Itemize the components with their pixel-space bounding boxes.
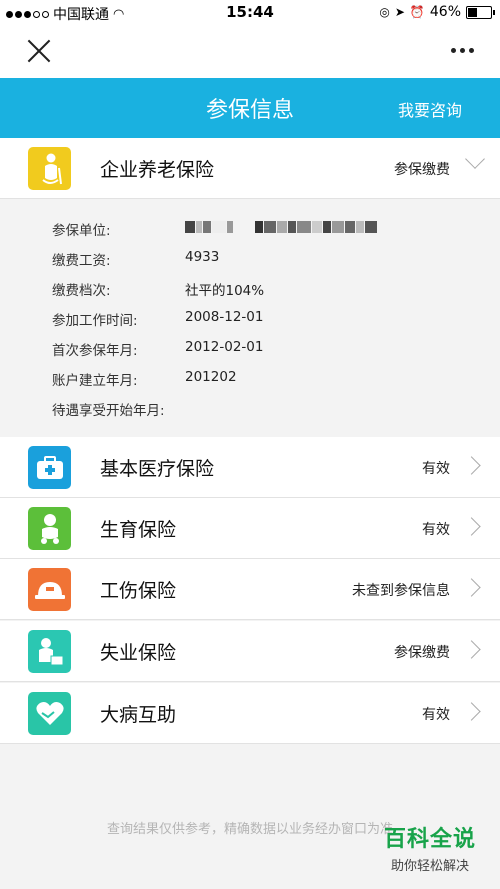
insurance-row-maternity[interactable]: 生育保险 有效 bbox=[0, 498, 500, 559]
divider bbox=[0, 743, 500, 744]
insurance-status: 有效 bbox=[422, 522, 450, 538]
mosaic-redaction bbox=[185, 221, 377, 233]
chevron-right-icon[interactable] bbox=[462, 640, 481, 659]
more-options-button[interactable] bbox=[451, 48, 474, 53]
battery-icon bbox=[466, 5, 495, 19]
chevron-down-icon[interactable] bbox=[465, 149, 485, 169]
heart-hands-icon bbox=[28, 692, 71, 735]
helmet-icon bbox=[28, 568, 71, 611]
chevron-right-icon[interactable] bbox=[462, 517, 481, 536]
chevron-right-icon[interactable] bbox=[462, 578, 481, 597]
detail-row: 参保单位: bbox=[0, 219, 500, 243]
insurance-title: 大病互助 bbox=[100, 704, 177, 726]
detail-label: 缴费档次: bbox=[52, 283, 111, 299]
insurance-title: 工伤保险 bbox=[100, 580, 177, 602]
battery-percent: 46% bbox=[429, 4, 461, 20]
nav-bar bbox=[0, 26, 500, 78]
pension-details: 参保单位: 缴费工资: 4933 缴费档次: 社平的104% 参加工作时间: 2… bbox=[0, 199, 500, 437]
location-icon: ➤ bbox=[394, 5, 405, 19]
close-button[interactable] bbox=[26, 38, 52, 64]
status-right: ◎ ➤ ⏰ 46% bbox=[379, 4, 495, 20]
medical-kit-icon bbox=[28, 446, 71, 489]
consult-link[interactable]: 我要咨询 bbox=[398, 97, 462, 121]
insurance-row-pension[interactable]: 企业养老保险 参保缴费 bbox=[0, 138, 500, 199]
detail-value: 4933 bbox=[185, 249, 220, 265]
insurance-status: 未查到参保信息 bbox=[352, 583, 450, 599]
insurance-title: 基本医疗保险 bbox=[100, 458, 215, 480]
detail-label: 缴费工资: bbox=[52, 253, 111, 269]
insurance-title: 生育保险 bbox=[100, 519, 177, 541]
insurance-status: 有效 bbox=[422, 707, 450, 723]
detail-value: 2012-02-01 bbox=[185, 339, 264, 355]
detail-label: 待遇享受开始年月: bbox=[52, 403, 165, 419]
detail-row: 缴费档次: 社平的104% bbox=[0, 279, 500, 303]
detail-row: 参加工作时间: 2008-12-01 bbox=[0, 309, 500, 333]
detail-row: 待遇享受开始年月: bbox=[0, 399, 500, 423]
divider bbox=[0, 619, 500, 620]
chevron-right-icon[interactable] bbox=[462, 702, 481, 721]
detail-row: 首次参保年月: 2012-02-01 bbox=[0, 339, 500, 363]
elderly-person-icon bbox=[28, 147, 71, 190]
detail-value: 201202 bbox=[185, 369, 237, 385]
chevron-right-icon[interactable] bbox=[462, 456, 481, 475]
detail-row: 账户建立年月: 201202 bbox=[0, 369, 500, 393]
watermark-logo: 百科全说 助你轻松解决 bbox=[370, 821, 490, 879]
detail-value: 2008-12-01 bbox=[185, 309, 264, 325]
insurance-row-unemployment[interactable]: 失业保险 参保缴费 bbox=[0, 621, 500, 682]
baby-icon bbox=[28, 507, 71, 550]
detail-label: 账户建立年月: bbox=[52, 373, 138, 389]
page-header: 参保信息 我要咨询 bbox=[0, 78, 500, 138]
insurance-title: 企业养老保险 bbox=[100, 159, 215, 181]
detail-label: 参保单位: bbox=[52, 223, 111, 239]
worker-icon bbox=[28, 630, 71, 673]
insurance-status: 参保缴费 bbox=[394, 645, 450, 661]
insurance-row-critical-illness[interactable]: 大病互助 有效 bbox=[0, 683, 500, 744]
insurance-row-injury[interactable]: 工伤保险 未查到参保信息 bbox=[0, 559, 500, 620]
insurance-status: 有效 bbox=[422, 461, 450, 477]
status-bar: 中国联通 ◠ 15:44 ◎ ➤ ⏰ 46% bbox=[0, 0, 500, 26]
insurance-row-medical[interactable]: 基本医疗保险 有效 bbox=[0, 437, 500, 498]
detail-row: 缴费工资: 4933 bbox=[0, 249, 500, 273]
rotation-lock-icon: ◎ bbox=[379, 5, 390, 19]
detail-label: 参加工作时间: bbox=[52, 313, 138, 329]
detail-value: 社平的104% bbox=[185, 283, 265, 299]
insurance-status: 参保缴费 bbox=[394, 162, 450, 178]
detail-label: 首次参保年月: bbox=[52, 343, 138, 359]
alarm-icon: ⏰ bbox=[409, 5, 425, 19]
divider bbox=[0, 681, 500, 682]
insurance-title: 失业保险 bbox=[100, 642, 177, 664]
watermark-main-text: 百科全说 bbox=[383, 827, 476, 852]
watermark-sub-text: 助你轻松解决 bbox=[390, 859, 469, 874]
